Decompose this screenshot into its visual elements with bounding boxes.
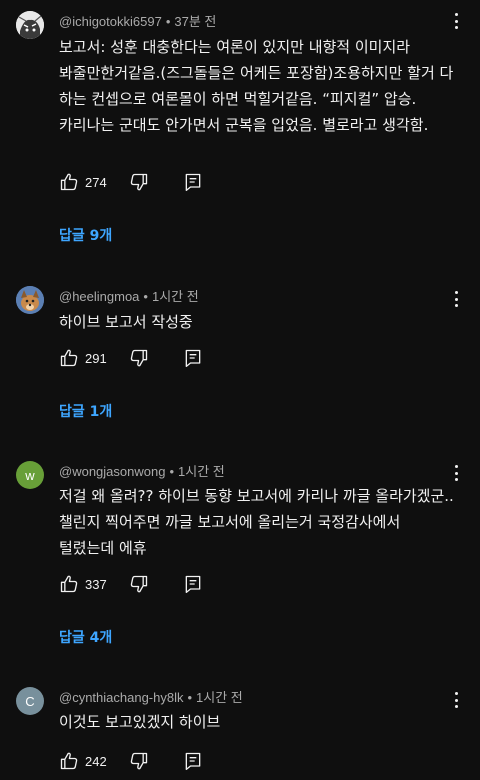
comment-meta: @ichigotokki6597 • 37분 전: [59, 11, 216, 30]
comment-time[interactable]: 1시간 전: [196, 690, 243, 705]
reply-icon[interactable]: [183, 172, 203, 192]
separator-dot: •: [187, 690, 193, 705]
letter-avatar[interactable]: C: [16, 687, 44, 715]
reply-icon[interactable]: [183, 348, 203, 368]
like-icon[interactable]: [59, 172, 79, 192]
comment-handle[interactable]: @wongjasonwong: [59, 464, 165, 479]
comment-meta: @wongjasonwong • 1시간 전: [59, 461, 225, 480]
reply-icon[interactable]: [183, 751, 203, 771]
like-icon[interactable]: [59, 751, 79, 771]
separator-dot: •: [165, 14, 171, 29]
comment-handle[interactable]: @cynthiachang-hy8lk: [59, 690, 183, 705]
comment-text: 이것도 보고있겠지 하이브: [59, 713, 221, 731]
like-count: 274: [85, 174, 107, 190]
avatar-letter: W: [25, 467, 35, 483]
comment-time[interactable]: 1시간 전: [152, 289, 199, 304]
reply-icon[interactable]: [183, 574, 203, 594]
like-count: 337: [85, 576, 107, 592]
comment-handle[interactable]: @heelingmoa: [59, 289, 139, 304]
comment-actions: 242: [59, 750, 203, 772]
comment-meta: @cynthiachang-hy8lk • 1시간 전: [59, 687, 243, 706]
dislike-icon[interactable]: [129, 172, 149, 192]
comment-text: 하이브 보고서 작성중: [59, 313, 193, 331]
comment-text: 보고서: 성훈 대충한다는 여론이 있지만 내향적 이미지라 봐줄만한거같음.(…: [59, 38, 454, 134]
avatar-letter: C: [25, 693, 35, 709]
comment-handle[interactable]: @ichigotokki6597: [59, 14, 162, 29]
dislike-icon[interactable]: [129, 348, 149, 368]
view-replies-link[interactable]: 답글 1개: [59, 401, 112, 421]
like-icon[interactable]: [59, 348, 79, 368]
separator-dot: •: [169, 464, 174, 479]
comment-actions: 337: [59, 573, 203, 595]
like-count: 291: [85, 350, 107, 366]
like-count: 242: [85, 753, 107, 769]
view-replies-link[interactable]: 답글 4개: [59, 627, 112, 647]
like-icon[interactable]: [59, 574, 79, 594]
comment-actions: 274: [59, 171, 203, 193]
more-options-icon[interactable]: [454, 692, 458, 708]
more-options-icon[interactable]: [454, 13, 458, 29]
more-options-icon[interactable]: [454, 291, 458, 307]
dislike-icon[interactable]: [129, 574, 149, 594]
comment-meta: @heelingmoa • 1시간 전: [59, 286, 199, 305]
comment-actions: 291: [59, 347, 203, 369]
dislike-icon[interactable]: [129, 751, 149, 771]
view-replies-link[interactable]: 답글 9개: [59, 225, 112, 245]
comment-time[interactable]: 37분 전: [174, 14, 216, 29]
letter-avatar[interactable]: W: [16, 461, 44, 489]
dog-avatar-icon[interactable]: [16, 286, 44, 314]
separator-dot: •: [143, 289, 148, 304]
comment-time[interactable]: 1시간 전: [178, 464, 225, 479]
manga-avatar-icon[interactable]: [16, 11, 44, 39]
comment-text: 저걸 왜 올려?? 하이브 동향 보고서에 카리나 까글 올라가겠군..챌린지 …: [59, 487, 454, 557]
more-options-icon[interactable]: [454, 465, 458, 481]
